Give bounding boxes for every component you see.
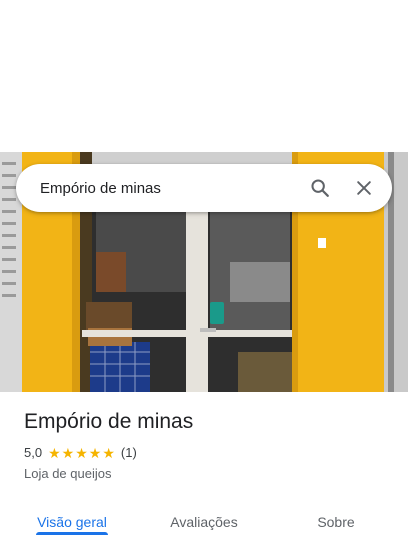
place-title: Empório de minas [24,410,194,433]
search-bar[interactable]: Empório de minas [16,164,392,212]
map-blank-area [0,0,408,152]
rating-value: 5,0 [24,445,43,460]
star-icon: ★ [102,444,115,461]
review-count[interactable]: (1) [121,445,137,460]
close-icon [357,181,371,195]
rating-stars: ★ ★ ★ ★ ★ [48,446,116,460]
active-tab-indicator [36,532,108,535]
star-icon: ★ [75,444,88,461]
tab-about[interactable]: Sobre [296,500,376,544]
place-info-panel: Empório de minas 5,0 ★ ★ ★ ★ ★ (1) Loja … [0,392,408,544]
star-icon: ★ [88,444,102,461]
search-input[interactable]: Empório de minas [16,180,298,197]
tab-bar: Visão geral Avaliações Sobre [0,500,408,544]
tab-overview[interactable]: Visão geral [24,500,120,544]
place-category[interactable]: Loja de queijos [24,466,111,481]
search-button[interactable] [298,166,342,210]
search-icon [311,179,329,197]
star-icon: ★ [61,444,75,461]
close-button[interactable] [342,166,386,210]
tab-reviews[interactable]: Avaliações [152,500,256,544]
rating-row[interactable]: 5,0 ★ ★ ★ ★ ★ (1) [24,445,137,460]
star-icon: ★ [48,444,61,461]
